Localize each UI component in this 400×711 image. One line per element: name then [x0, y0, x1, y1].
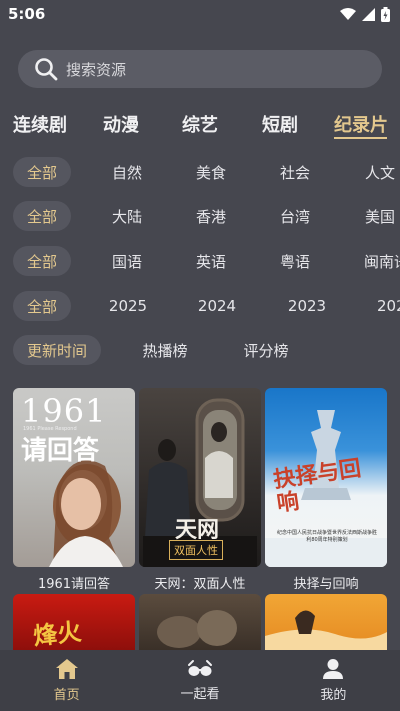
tab-variety[interactable]: 综艺 — [182, 111, 218, 137]
filter-region-usa[interactable]: 美国 — [350, 201, 400, 231]
filter-language-cantonese[interactable]: 粤语 — [265, 246, 325, 276]
filter-genre-humanities[interactable]: 人文 — [350, 157, 400, 187]
filter-region-hongkong[interactable]: 香港 — [181, 201, 241, 231]
filter-genre-all[interactable]: 全部 — [13, 157, 71, 187]
poster-title[interactable]: 1961请回答 — [13, 573, 135, 592]
filter-language-all[interactable]: 全部 — [13, 246, 71, 276]
search-input[interactable]: 搜索资源 — [66, 59, 126, 80]
poster-card[interactable] — [139, 594, 261, 650]
sort-rating[interactable]: 评分榜 — [234, 335, 298, 365]
battery-icon — [381, 6, 390, 22]
poster-image — [157, 610, 237, 648]
nav-home[interactable]: 首页 — [0, 650, 133, 711]
filter-genre-society[interactable]: 社会 — [265, 157, 325, 187]
filter-row-language: 全部 国语 英语 粤语 闽南语 — [0, 245, 400, 277]
poster-title[interactable]: 天网：双面人性 — [139, 573, 261, 592]
tab-documentary[interactable]: 纪录片 — [334, 111, 388, 137]
filter-row-genre: 全部 自然 美食 社会 人文 — [0, 156, 400, 188]
filter-row-year: 全部 2025 2024 2023 2022 — [0, 290, 400, 322]
tab-series[interactable]: 连续剧 — [13, 111, 67, 137]
poster-card[interactable]: 天网 双面人性 — [139, 388, 261, 567]
poster-card[interactable] — [265, 594, 387, 650]
filter-row-region: 全部 大陆 香港 台湾 美国 — [0, 200, 400, 232]
filter-language-mandarin[interactable]: 国语 — [97, 246, 157, 276]
status-bar: 5:06 — [0, 0, 400, 28]
nav-watch-together-label: 一起看 — [180, 687, 220, 702]
filter-year-2024[interactable]: 2024 — [186, 291, 248, 321]
tab-anime[interactable]: 动漫 — [103, 111, 139, 137]
glasses-icon — [187, 660, 212, 676]
poster-subheading: 请回答 — [21, 436, 100, 466]
sort-row: 更新时间 热播榜 评分榜 — [0, 334, 400, 366]
tab-short-drama[interactable]: 短剧 — [262, 111, 298, 137]
filter-language-english[interactable]: 英语 — [181, 246, 241, 276]
filter-year-2025[interactable]: 2025 — [97, 291, 159, 321]
filter-region-taiwan[interactable]: 台湾 — [265, 201, 325, 231]
poster-card[interactable]: 抉择与回响 纪念中国人民抗日战争暨世界反法西斯战争胜利80周年特别策划 — [265, 388, 387, 567]
poster-heading: 1961 — [21, 392, 107, 430]
filter-language-minnan[interactable]: 闽南语 — [364, 246, 400, 276]
filter-region-mainland[interactable]: 大陆 — [97, 201, 157, 231]
filter-year-all[interactable]: 全部 — [13, 291, 71, 321]
sort-trending[interactable]: 热播榜 — [133, 335, 197, 365]
status-time: 5:06 — [8, 5, 46, 23]
active-tab-underline — [334, 137, 387, 139]
poster-heading: 烽火 — [31, 617, 83, 650]
search-bar[interactable]: 搜索资源 — [18, 50, 382, 88]
filter-year-2022[interactable]: 2022 — [377, 291, 400, 321]
nav-watch-together[interactable]: 一起看 — [133, 650, 266, 711]
poster-card[interactable]: 1961 1961 Please Respond 请回答 — [13, 388, 135, 567]
wifi-icon — [340, 7, 356, 20]
filter-genre-food[interactable]: 美食 — [181, 157, 241, 187]
poster-image — [265, 610, 387, 650]
nav-home-label: 首页 — [53, 688, 80, 703]
search-icon — [35, 58, 58, 81]
nav-profile-label: 我的 — [320, 688, 347, 703]
sort-latest-update[interactable]: 更新时间 — [13, 335, 101, 365]
poster-subheading: 双面人性 — [169, 540, 223, 560]
user-icon — [323, 659, 344, 679]
poster-caption: 纪念中国人民抗日战争暨世界反法西斯战争胜利80周年特别策划 — [277, 530, 378, 543]
home-icon — [55, 659, 78, 679]
status-icons — [340, 6, 390, 22]
filter-genre-nature[interactable]: 自然 — [97, 157, 157, 187]
filter-year-2023[interactable]: 2023 — [276, 291, 338, 321]
poster-card[interactable]: 烽火 — [13, 594, 135, 650]
category-tabs: 连续剧 动漫 综艺 短剧 纪录片 — [0, 106, 400, 142]
filter-region-all[interactable]: 全部 — [13, 201, 71, 231]
signal-icon — [362, 7, 375, 21]
bottom-nav: 首页 一起看 我的 — [0, 650, 400, 711]
nav-profile[interactable]: 我的 — [267, 650, 400, 711]
poster-title[interactable]: 抉择与回响 — [265, 573, 387, 592]
